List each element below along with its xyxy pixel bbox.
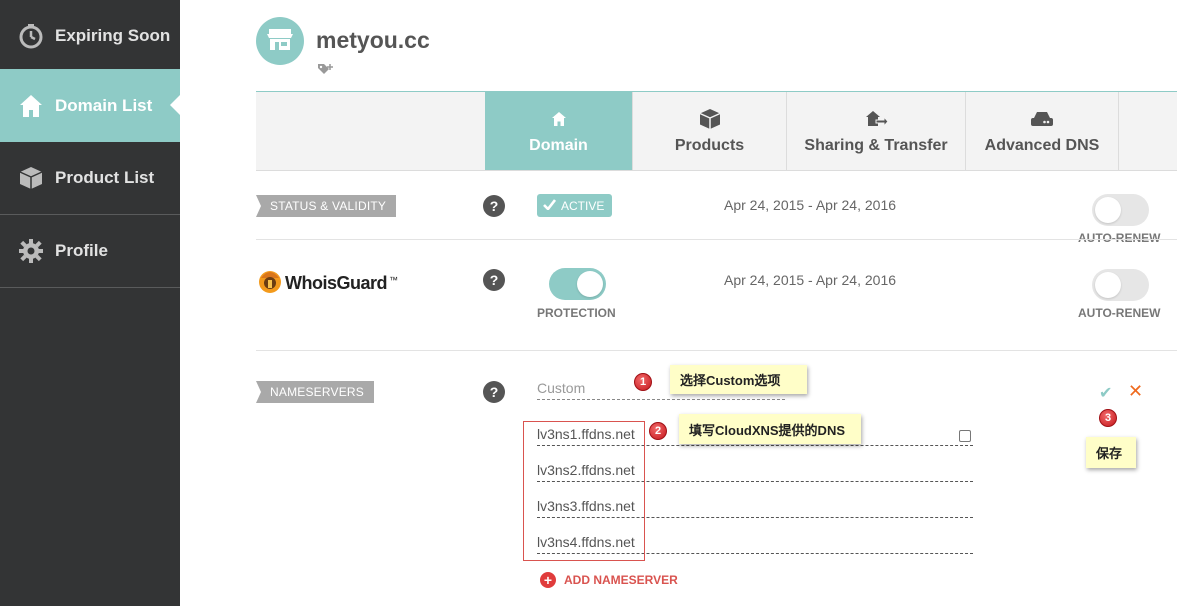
transfer-icon — [864, 107, 888, 131]
save-check-icon[interactable]: ✔ — [1099, 383, 1112, 403]
status-validity-label: STATUS & VALIDITY — [256, 195, 397, 217]
whoisguard-mascot-icon — [257, 268, 283, 299]
help-icon-whoisguard[interactable]: ? — [483, 269, 505, 291]
sidebar: Expiring Soon Domain List Product List P… — [0, 0, 180, 606]
annotation-number: 1 — [634, 373, 652, 391]
sidebar-item-product-list[interactable]: Product List — [0, 142, 180, 215]
tab-label: Sharing & Transfer — [804, 137, 948, 154]
stopwatch-icon — [18, 23, 44, 49]
trademark-mark: ™ — [389, 274, 398, 285]
tab-label: Domain — [529, 137, 588, 154]
box-icon — [699, 107, 721, 131]
home-icon — [18, 93, 44, 119]
status-badge-text: ACTIVE — [561, 198, 605, 213]
tab-products[interactable]: Products — [633, 92, 787, 170]
gear-icon — [18, 238, 44, 264]
whoisguard-auto-renew-label: AUTO-RENEW — [1078, 306, 1161, 320]
cancel-close-icon[interactable]: ✕ — [1128, 381, 1143, 402]
whoisguard-auto-renew-toggle[interactable] — [1092, 269, 1149, 301]
store-icon — [266, 26, 294, 57]
protection-label: PROTECTION — [537, 306, 616, 320]
status-badge: ACTIVE — [537, 194, 613, 217]
annotation-note: 填写CloudXNS提供的DNS — [679, 414, 861, 444]
plus-icon: + — [540, 572, 556, 588]
page-title: metyou.cc — [316, 27, 430, 53]
tab-label: Advanced DNS — [984, 137, 1100, 154]
add-tag-icon[interactable] — [317, 62, 335, 81]
tab-domain[interactable]: Domain — [485, 92, 633, 170]
annotation-number: 3 — [1099, 409, 1117, 427]
help-icon-nameservers[interactable]: ? — [483, 381, 505, 403]
row-divider — [256, 350, 1177, 351]
box-icon — [18, 165, 44, 191]
server-icon — [1030, 107, 1054, 131]
add-nameserver-label: ADD NAMESERVER — [564, 573, 678, 587]
whoisguard-dates: Apr 24, 2015 - Apr 24, 2016 — [724, 272, 897, 288]
address-book-icon[interactable] — [959, 430, 971, 442]
toggle-knob — [1095, 272, 1121, 298]
row-divider — [256, 239, 1177, 240]
check-icon — [543, 198, 557, 213]
annotation-number: 2 — [649, 422, 667, 440]
validity-dates: Apr 24, 2015 - Apr 24, 2016 — [724, 197, 897, 213]
annotation-note: 保存 — [1086, 437, 1136, 468]
nameservers-label: NAMESERVERS — [256, 381, 375, 403]
auto-renew-toggle[interactable] — [1092, 194, 1149, 226]
nameserver-highlight-box — [523, 421, 645, 561]
toggle-knob — [577, 271, 603, 297]
help-icon-status[interactable]: ? — [483, 195, 505, 217]
auto-renew-label: AUTO-RENEW — [1078, 231, 1161, 245]
sidebar-item-label: Product List — [55, 168, 155, 187]
sidebar-item-label: Domain List — [55, 95, 153, 115]
sidebar-item-label: Profile — [55, 241, 108, 260]
tab-sharing-transfer[interactable]: Sharing & Transfer — [787, 92, 966, 170]
sidebar-item-expiring-soon[interactable]: Expiring Soon — [0, 0, 180, 73]
whoisguard-logo: WhoisGuard ™ — [257, 268, 398, 299]
tab-label: Products — [674, 137, 745, 154]
sidebar-item-profile[interactable]: Profile — [0, 215, 180, 288]
whoisguard-logo-text: WhoisGuard — [285, 273, 388, 293]
domain-avatar — [256, 17, 304, 65]
protection-toggle[interactable] — [549, 268, 606, 300]
home-icon — [551, 107, 567, 131]
annotation-note: 选择Custom选项 — [670, 365, 807, 394]
add-nameserver-button[interactable]: + ADD NAMESERVER — [540, 572, 678, 588]
sidebar-item-label: Expiring Soon — [55, 26, 171, 45]
toggle-knob — [1095, 197, 1121, 223]
sidebar-item-domain-list[interactable]: Domain List — [0, 69, 180, 142]
tab-advanced-dns[interactable]: Advanced DNS — [966, 92, 1119, 170]
tab-bar: Domain Products Sharing & Transfer Advan… — [256, 91, 1177, 171]
